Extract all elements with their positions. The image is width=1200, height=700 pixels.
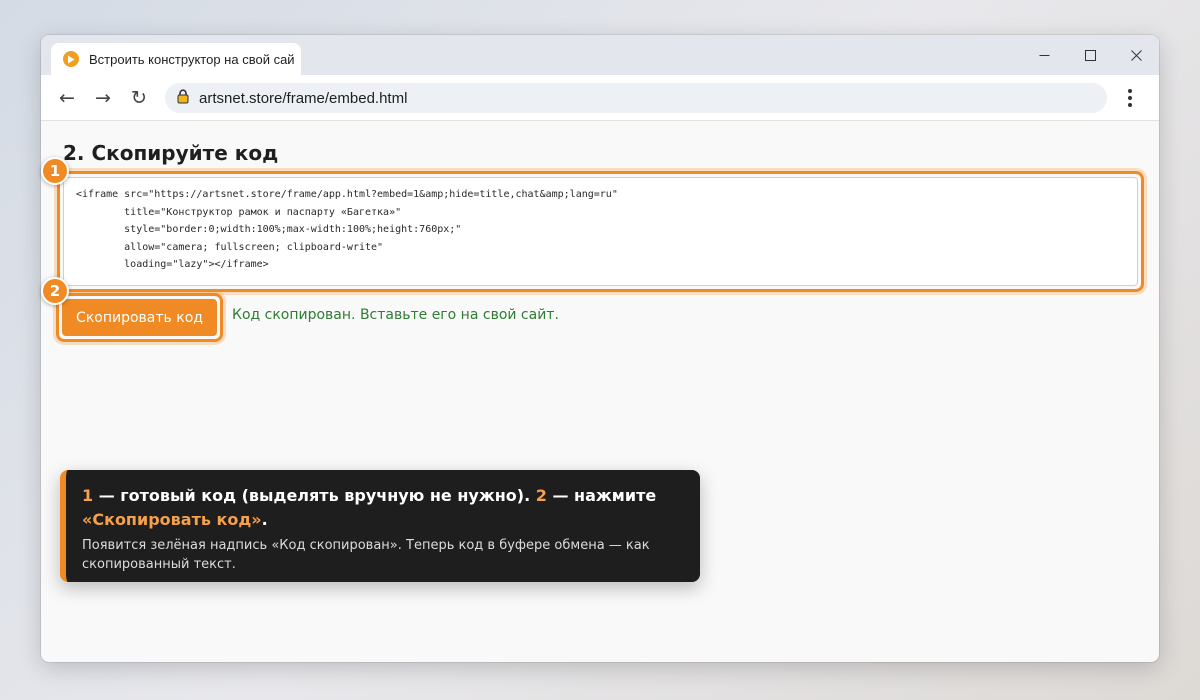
url-text: artsnet.store/frame/embed.html bbox=[199, 89, 408, 107]
callout-main-text: 1 — готовый код (выделять вручную не нуж… bbox=[82, 484, 682, 532]
reload-button[interactable]: ↻ bbox=[121, 80, 157, 116]
lock-icon[interactable] bbox=[177, 88, 189, 108]
title-bar: Встроить конструктор на свой сай bbox=[41, 35, 1159, 75]
back-button[interactable]: ← bbox=[49, 80, 85, 116]
tab-title: Встроить конструктор на свой сай bbox=[89, 51, 295, 67]
page-heading: 2. Скопируйте код bbox=[63, 141, 279, 165]
kebab-menu-icon[interactable] bbox=[1115, 83, 1145, 113]
window-controls bbox=[1021, 35, 1159, 75]
browser-toolbar: ← → ↻ artsnet.store/frame/embed.html bbox=[41, 75, 1159, 121]
callout-sub-text: Появится зелёная надпись «Код скопирован… bbox=[82, 538, 650, 572]
minimize-icon[interactable] bbox=[1021, 35, 1067, 75]
callout-end: . bbox=[261, 510, 268, 529]
annotation-badge-1: 1 bbox=[41, 157, 69, 185]
callout-text-2: — нажмите bbox=[546, 486, 657, 505]
close-icon[interactable] bbox=[1113, 35, 1159, 75]
browser-window: Встроить конструктор на свой сай ← → ↻ a… bbox=[41, 35, 1159, 662]
address-bar[interactable]: artsnet.store/frame/embed.html bbox=[165, 83, 1107, 113]
copy-status-text: Код скопирован. Вставьте его на свой сай… bbox=[232, 307, 559, 323]
callout-quote: «Скопировать код» bbox=[82, 510, 262, 529]
forward-button[interactable]: → bbox=[85, 80, 121, 116]
callout-num-1: 1 bbox=[82, 486, 94, 505]
embed-code-box[interactable]: <iframe src="https://artsnet.store/frame… bbox=[63, 177, 1138, 286]
annotation-badge-2: 2 bbox=[41, 277, 69, 305]
callout-text-1: — готовый код (выделять вручную не нужно… bbox=[93, 486, 536, 505]
browser-tab[interactable]: Встроить конструктор на свой сай bbox=[51, 43, 301, 75]
favicon-play-icon bbox=[63, 51, 79, 67]
page-content: 2. Скопируйте код <iframe src="https://a… bbox=[41, 121, 1159, 662]
callout-num-2: 2 bbox=[535, 486, 547, 505]
maximize-icon[interactable] bbox=[1067, 35, 1113, 75]
instruction-callout: 1 — готовый код (выделять вручную не нуж… bbox=[60, 470, 700, 582]
copy-code-button[interactable]: Скопировать код bbox=[62, 299, 217, 336]
